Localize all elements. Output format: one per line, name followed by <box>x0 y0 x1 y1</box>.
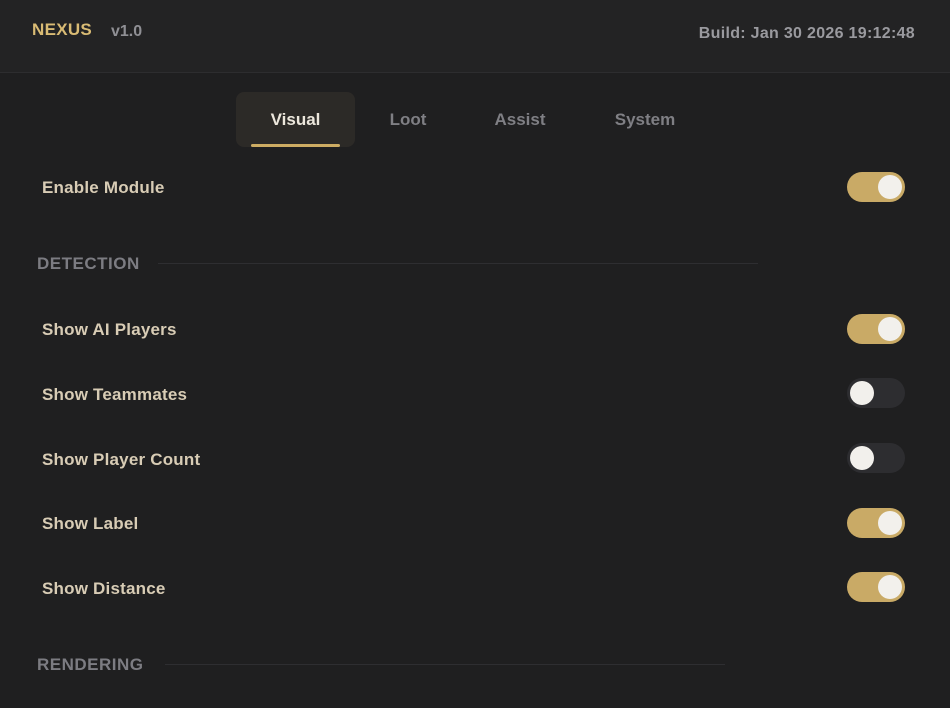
toggle-knob <box>878 511 902 535</box>
tab-assist-label: Assist <box>494 109 546 129</box>
tab-visual[interactable]: Visual <box>236 92 355 147</box>
show-teammates-toggle[interactable] <box>847 378 905 408</box>
toggle-knob <box>850 446 874 470</box>
header-bar: NEXUS v1.0 Build: Jan 30 2026 19:12:48 <box>0 0 950 73</box>
show-distance-toggle[interactable] <box>847 572 905 602</box>
tab-system[interactable]: System <box>602 92 688 147</box>
show-player-count-label: Show Player Count <box>42 450 201 469</box>
show-label-label: Show Label <box>42 514 139 533</box>
show-ai-players-label: Show AI Players <box>42 320 177 339</box>
enable-module-toggle[interactable] <box>847 172 905 202</box>
build-info: Build: Jan 30 2026 19:12:48 <box>698 25 915 42</box>
settings-window: NEXUS v1.0 Build: Jan 30 2026 19:12:48 V… <box>0 0 950 708</box>
toggle-knob <box>878 317 902 341</box>
tab-system-label: System <box>614 109 676 129</box>
show-player-count-toggle[interactable] <box>847 443 905 473</box>
tab-visual-label: Visual <box>270 109 321 129</box>
version-label: v1.0 <box>111 23 143 40</box>
section-divider <box>158 263 758 264</box>
tab-assist[interactable]: Assist <box>482 92 558 147</box>
active-tab-indicator <box>251 144 340 147</box>
show-distance-label: Show Distance <box>42 579 166 598</box>
tab-loot[interactable]: Loot <box>372 92 444 147</box>
show-teammates-label: Show Teammates <box>42 385 188 404</box>
enable-module-label: Enable Module <box>42 178 165 197</box>
section-header-detection: DETECTION <box>37 254 140 273</box>
brand-title: NEXUS <box>32 20 93 39</box>
section-divider <box>165 664 725 665</box>
tab-loot-label: Loot <box>389 109 427 129</box>
show-label-toggle[interactable] <box>847 508 905 538</box>
section-header-rendering: RENDERING <box>37 655 144 674</box>
toggle-knob <box>878 575 902 599</box>
toggle-knob <box>850 381 874 405</box>
show-ai-players-toggle[interactable] <box>847 314 905 344</box>
toggle-knob <box>878 175 902 199</box>
